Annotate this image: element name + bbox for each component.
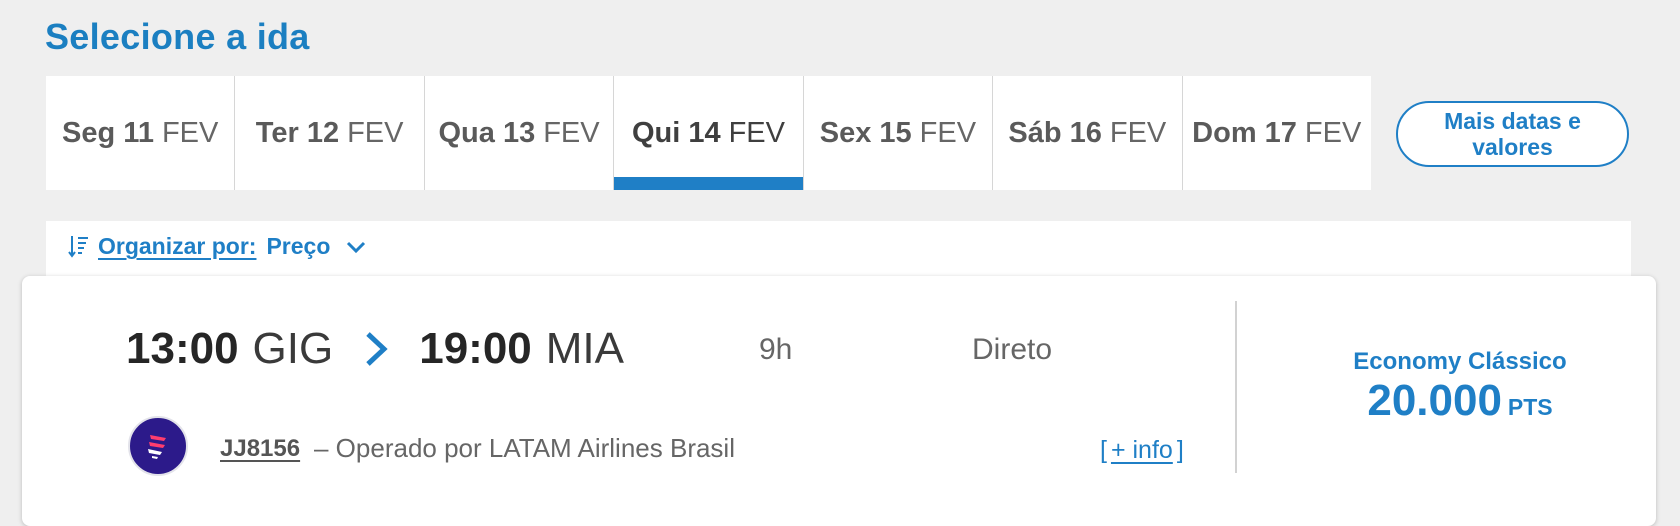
operator-text: – Operado por LATAM Airlines Brasil [314,433,735,463]
fare-class: Economy Clássico [1353,348,1567,375]
date-tab-month: FEV [728,116,785,149]
date-tab-day: Ter 12 [255,116,340,149]
date-tab-qui-14-selected[interactable]: Qui 14 FEV [613,76,804,190]
sort-icon [68,235,88,258]
flight-route: 13:00 GIG 19:00 MIA [126,324,624,374]
date-tab-day: Sáb 16 [1008,116,1102,149]
date-tab-sab-16[interactable]: Sáb 16 FEV [992,76,1181,190]
more-info-link[interactable]: [+ info] [1100,436,1184,465]
date-tab-month: FEV [347,116,404,149]
date-tab-seg-11[interactable]: Seg 11 FEV [46,76,234,190]
date-tab-day: Seg 11 [62,116,154,149]
more-info-label: + info [1110,436,1173,464]
date-tab-day: Sex 15 [819,116,912,149]
flight-stops: Direto [972,333,1053,366]
card-divider [1235,301,1237,473]
date-tab-month: FEV [543,116,600,149]
sort-dropdown[interactable]: Organizar por: Preço [68,233,366,260]
date-tab-month: FEV [1109,116,1167,149]
arrival-time: 19:00 [419,324,532,373]
date-selector: Seg 11 FEV Ter 12 FEV Qua 13 FEV Qui 14 FEV … [46,76,1371,190]
date-tab-qua-13[interactable]: Qua 13 FEV [423,76,613,190]
date-tab-month: FEV [161,116,219,149]
flight-duration: 9h [759,333,793,366]
date-tab-ter-12[interactable]: Ter 12 FEV [234,76,423,190]
date-tab-day: Dom 17 [1192,116,1297,149]
date-tab-month: FEV [1304,116,1362,149]
date-tab-day: Qua 13 [438,116,536,149]
page-title: Selecione a ida [45,16,310,57]
sort-bar: Organizar por: Preço [46,221,1631,281]
chevron-right-icon [366,332,388,366]
more-dates-button[interactable]: Mais datas e valores [1396,101,1629,167]
flight-number-link[interactable]: JJ8156 [220,435,300,463]
date-tab-dom-17[interactable]: Dom 17 FEV [1181,76,1371,190]
origin-code: GIG [252,324,334,373]
flight-card[interactable]: 13:00 GIG 19:00 MIA 9h Direto JJ8156 – O… [22,276,1656,526]
sort-value: Preço [266,233,331,259]
sort-label: Organizar por: [98,233,257,259]
latam-logo-icon [128,416,188,476]
destination-code: MIA [545,324,625,373]
date-tab-day: Qui 14 [631,116,721,149]
date-tab-sex-15[interactable]: Sex 15 FEV [802,76,992,190]
fare-option[interactable]: Economy Clássico 20.000 PTS [1260,348,1660,426]
bracket-open: [ [1100,436,1107,464]
fare-amount: 20.000 [1367,376,1502,425]
bracket-close: ] [1176,436,1184,464]
fare-unit: PTS [1507,394,1553,420]
date-tab-month: FEV [919,116,977,149]
chevron-down-icon [347,241,366,253]
departure-time: 13:00 [126,324,239,373]
